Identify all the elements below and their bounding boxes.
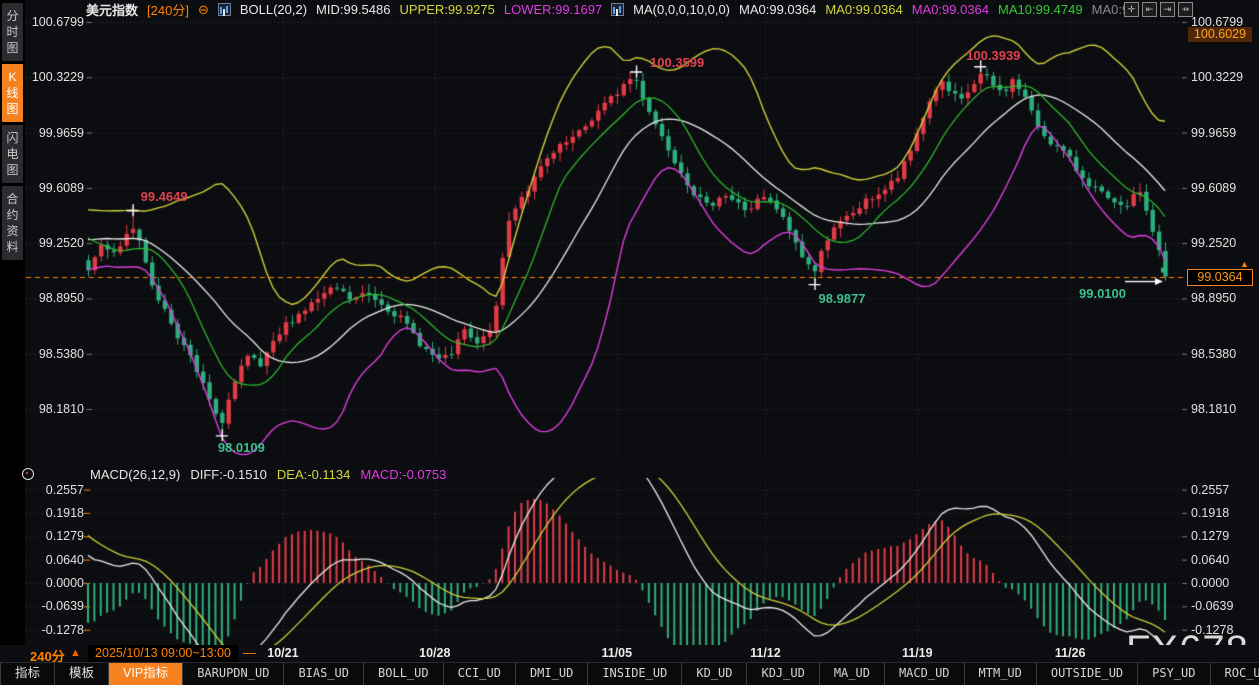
macd-left-tick-4: 0.0000 [24, 576, 84, 590]
boll-lower-value: LOWER:99.1697 [504, 2, 602, 17]
macd-left-tick-2: 0.1279 [24, 529, 84, 543]
current-price-badge: 99.0364 [1187, 269, 1253, 286]
price-up-arrow-icon: ▲ [1240, 259, 1249, 269]
sidebar-item-2[interactable]: 闪电图 [2, 125, 23, 183]
indicator-toolbar: 指标模板VIP指标BARUPDN_UDBIAS_UDBOLL_UDCCI_UDD… [0, 662, 1259, 685]
window-controls: ✛⇤⇥⇸ [1124, 2, 1193, 17]
xaxis-date-0: 10/21 [248, 646, 318, 660]
axis-left-tick-4: 99.2520 [24, 236, 84, 250]
macd-right-tick-1: 0.1918 [1191, 506, 1251, 520]
xaxis-date-1: 10/28 [400, 646, 470, 660]
toolbar-tab-outside_ud[interactable]: OUTSIDE_UD [1037, 663, 1138, 685]
xaxis-date-4: 11/19 [882, 646, 952, 660]
toolbar-tab-cci_ud[interactable]: CCI_UD [444, 663, 516, 685]
macd-right-tick-0: 0.2557 [1191, 483, 1251, 497]
xaxis-row: 240分 ▲ 2025/10/13 09:00~13:00 — 10/2110/… [0, 645, 1259, 663]
axis-left-tick-3: 99.6089 [24, 181, 84, 195]
macd-left-tick-0: 0.2557 [24, 483, 84, 497]
axis-left-tick-1: 100.3229 [24, 70, 84, 84]
timeframe-label: [240分] [147, 0, 189, 19]
macd-right-tick-3: 0.0640 [1191, 553, 1251, 567]
price-annotation-99.0100: 99.0100 [1079, 286, 1126, 301]
toolbar-tab-bias_ud[interactable]: BIAS_UD [284, 663, 364, 685]
xaxis-date-5: 11/26 [1035, 646, 1105, 660]
ma-values: MA0:99.0364 MA0:99.0364 MA0:99.0364 MA10:99… [739, 2, 1129, 17]
ma-value-0: MA0:99.0364 [739, 2, 816, 17]
ma-value-2: MA0:99.0364 [912, 2, 989, 17]
timeframe-up-arrow-icon[interactable]: ▲ [70, 647, 81, 659]
chart-canvas[interactable] [0, 0, 1259, 685]
toolbar-tab-kd_ud[interactable]: KD_UD [682, 663, 747, 685]
xaxis-date-2: 11/05 [582, 646, 652, 660]
axis-right-tick-5: 98.8950 [1191, 291, 1251, 305]
toolbar-tab-macd_ud[interactable]: MACD_UD [885, 663, 965, 685]
sidebar-item-1[interactable]: K线图 [2, 64, 23, 122]
scale-left-icon[interactable]: ⇤ [1142, 2, 1157, 17]
ma-value-3: MA10:99.4749 [998, 2, 1083, 17]
app-window: 分时图 K线图闪电图合约资料 美元指数 [240分] ⊖ BOLL(20,2) M… [0, 0, 1259, 685]
collapse-panel-icon[interactable]: ⊖ [198, 2, 209, 18]
price-annotation-100.3599: 100.3599 [650, 55, 704, 70]
macd-diff-value: DIFF:-0.1510 [190, 467, 267, 482]
macd-right-tick-4: 0.0000 [1191, 576, 1251, 590]
scale-right-icon[interactable]: ⇥ [1160, 2, 1175, 17]
toolbar-tab-barupdn_ud[interactable]: BARUPDN_UD [183, 663, 284, 685]
axis-right-tick-2: 99.9659 [1191, 126, 1251, 140]
toolbar-tab-vip[interactable]: VIP指标 [109, 663, 183, 685]
macd-title: MACD(26,12,9) [90, 467, 180, 482]
pan-icon[interactable]: ✛ [1124, 2, 1139, 17]
price-annotation-98.0109: 98.0109 [218, 440, 265, 455]
macd-settings-icon[interactable] [22, 468, 34, 480]
macd-right-tick-5: -0.0639 [1191, 599, 1251, 613]
price-annotation-100.3939: 100.3939 [966, 48, 1020, 63]
boll-upper-value: UPPER:99.9275 [399, 2, 494, 17]
toolbar-tab-inside_ud[interactable]: INSIDE_UD [588, 663, 682, 685]
ma-label: MA(0,0,0,10,0,0) [633, 2, 730, 17]
boll-mid-value: MID:99.5486 [316, 2, 390, 17]
macd-right-tick-2: 0.1279 [1191, 529, 1251, 543]
shift-right-icon[interactable]: ⇸ [1178, 2, 1193, 17]
macd-left-tick-1: 0.1918 [24, 506, 84, 520]
axis-left-tick-6: 98.5380 [24, 347, 84, 361]
axis-left-tick-5: 98.8950 [24, 291, 84, 305]
macd-left-tick-6: -0.1278 [24, 623, 84, 637]
macd-dea-value: DEA:-0.1134 [277, 467, 350, 482]
price-annotation-98.9877: 98.9877 [818, 291, 865, 306]
macd-left-tick-3: 0.0640 [24, 553, 84, 567]
toolbar-tab-psy_ud[interactable]: PSY_UD [1138, 663, 1210, 685]
macd-header: MACD(26,12,9) DIFF:-0.1510 DEA:-0.1134 M… [90, 467, 446, 482]
sidebar-item-3[interactable]: 合约资料 [2, 186, 23, 260]
date-range-box[interactable]: 2025/10/13 09:00~13:00 [88, 645, 238, 662]
toolbar-tab-dmi_ud[interactable]: DMI_UD [516, 663, 588, 685]
toolbar-tab-mtm_ud[interactable]: MTM_UD [965, 663, 1037, 685]
axis-left-tick-2: 99.9659 [24, 126, 84, 140]
toolbar-tab-boll_ud[interactable]: BOLL_UD [364, 663, 444, 685]
toolbar-tab-kdj_ud[interactable]: KDJ_UD [747, 663, 819, 685]
toolbar-tab-roc_ud[interactable]: ROC_UD [1211, 663, 1259, 685]
sidebar-item-0[interactable]: 分时图 [2, 3, 23, 61]
axis-left-tick-7: 98.1810 [24, 402, 84, 416]
toolbar-tab-[interactable]: 指标 [1, 663, 55, 685]
axis-left-tick-0: 100.6799 [24, 15, 84, 29]
boll-label: BOLL(20,2) [240, 2, 307, 17]
chart-header: 美元指数 [240分] ⊖ BOLL(20,2) MID:99.5486 UPP… [86, 2, 1129, 17]
sidebar: 分时图 K线图闪电图合约资料 [0, 0, 25, 663]
axis-right-tick-4: 99.2520 [1191, 236, 1251, 250]
toolbar-tab-ma_ud[interactable]: MA_UD [820, 663, 885, 685]
xaxis-date-3: 11/12 [730, 646, 800, 660]
axis-right-tick-3: 99.6089 [1191, 181, 1251, 195]
macd-macd-value: MACD:-0.0753 [360, 467, 446, 482]
price-annotation-99.4649: 99.4649 [141, 189, 188, 204]
axis-right-tick-7: 98.1810 [1191, 402, 1251, 416]
toolbar-tab-[interactable]: 模板 [55, 663, 109, 685]
ma-indicator-icon[interactable] [611, 3, 624, 16]
macd-left-tick-5: -0.0639 [24, 599, 84, 613]
boll-indicator-icon[interactable] [218, 3, 231, 16]
ma-value-1: MA0:99.0364 [825, 2, 902, 17]
symbol-title: 美元指数 [86, 0, 138, 19]
axis-right-tick-1: 100.3229 [1191, 70, 1251, 84]
axis-right-tick-6: 98.5380 [1191, 347, 1251, 361]
high-price-badge: 100.6029 [1188, 27, 1252, 42]
